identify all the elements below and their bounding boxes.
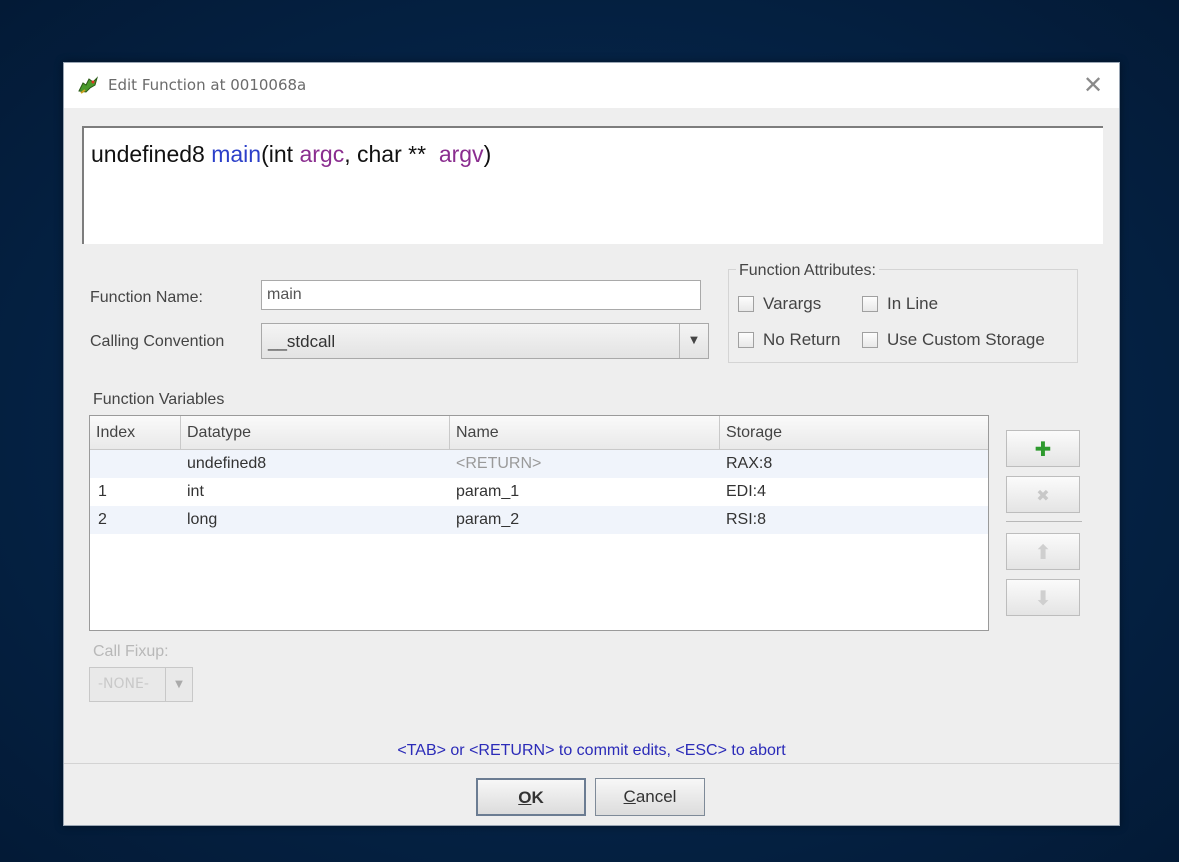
move-down-button[interactable]: ⬇ — [1006, 579, 1080, 616]
plus-icon: ✚ — [1034, 437, 1052, 461]
cancel-mnemonic: C — [623, 787, 636, 806]
dragon-icon — [76, 73, 100, 97]
cell-storage[interactable]: RAX:8 — [720, 450, 772, 478]
sig-function-name: main — [211, 141, 262, 167]
calling-convention-select[interactable]: __stdcall ▼ — [261, 323, 709, 359]
title-bar: Edit Function at 0010068a ✕ — [64, 63, 1119, 108]
column-header-name[interactable]: Name — [450, 416, 720, 449]
calling-convention-value: __stdcall — [268, 332, 336, 351]
cell-datatype[interactable]: int — [181, 478, 204, 506]
cell-datatype[interactable]: long — [181, 506, 217, 534]
cell-name[interactable]: <RETURN> — [450, 450, 541, 478]
function-variables-title: Function Variables — [93, 391, 225, 408]
edit-function-dialog: Edit Function at 0010068a ✕ undefined8 m… — [63, 62, 1120, 826]
close-icon[interactable]: ✕ — [1079, 71, 1107, 99]
function-name-input[interactable] — [261, 280, 701, 310]
chevron-down-icon[interactable]: ▼ — [165, 668, 192, 701]
button-bar: OK Cancel — [64, 763, 1119, 826]
ok-button[interactable]: OK — [476, 778, 586, 816]
cell-index: 2 — [98, 511, 107, 528]
chevron-down-icon[interactable]: ▼ — [679, 324, 708, 358]
varargs-label: Varargs — [763, 294, 822, 313]
column-header-datatype[interactable]: Datatype — [181, 416, 450, 449]
cancel-button[interactable]: Cancel — [595, 778, 705, 816]
no-return-checkbox[interactable] — [738, 332, 754, 348]
cell-name[interactable]: param_1 — [450, 478, 519, 506]
signature-editor[interactable]: undefined8 main(int argc, char ** argv) — [82, 126, 1103, 244]
table-row[interactable]: 2 long param_2 RSI:8 — [90, 506, 988, 534]
window-title: Edit Function at 0010068a — [108, 76, 307, 94]
commit-hint: <TAB> or <RETURN> to commit edits, <ESC>… — [397, 742, 786, 759]
function-name-label: Function Name: — [90, 289, 203, 306]
sig-close-paren: ) — [483, 141, 492, 167]
arrow-up-icon: ⬆ — [1034, 540, 1052, 564]
remove-variable-button[interactable]: ✖ — [1006, 476, 1080, 513]
ok-label-rest: K — [531, 788, 544, 807]
no-return-label: No Return — [763, 330, 841, 349]
in-line-label: In Line — [887, 294, 939, 313]
cell-name[interactable]: param_2 — [450, 506, 519, 534]
varargs-checkbox[interactable] — [738, 296, 754, 312]
arrow-down-icon: ⬇ — [1034, 586, 1052, 610]
sig-param2-name: argv — [438, 141, 484, 167]
ok-mnemonic: O — [518, 788, 532, 807]
cell-index: 1 — [98, 483, 107, 500]
cancel-label-rest: ancel — [635, 787, 677, 806]
side-separator — [1006, 521, 1082, 522]
column-header-storage[interactable]: Storage — [720, 416, 988, 449]
sig-param1-type: int — [268, 141, 294, 167]
cell-storage[interactable]: RSI:8 — [720, 506, 766, 534]
sig-param2-type: char ** — [356, 141, 427, 167]
signature-text[interactable]: undefined8 main(int argc, char ** argv) — [91, 141, 491, 168]
sig-separator: , — [344, 141, 351, 167]
column-header-index[interactable]: Index — [90, 416, 181, 449]
use-custom-storage-checkbox[interactable] — [862, 332, 878, 348]
function-variables-table: Index Datatype Name Storage undefined8 <… — [89, 415, 989, 631]
sig-param1-name: argc — [299, 141, 345, 167]
cell-datatype[interactable]: undefined8 — [181, 450, 266, 478]
cell-storage[interactable]: EDI:4 — [720, 478, 766, 506]
sig-return-type: undefined8 — [91, 141, 205, 167]
sig-open-paren: ( — [261, 141, 269, 167]
call-fixup-label: Call Fixup: — [93, 643, 169, 660]
use-custom-storage-label: Use Custom Storage — [887, 330, 1045, 349]
remove-icon: ✖ — [1036, 486, 1050, 505]
cell-index — [92, 450, 98, 478]
table-row[interactable]: undefined8 <RETURN> RAX:8 — [90, 450, 988, 478]
call-fixup-value: -NONE- — [98, 676, 149, 692]
in-line-checkbox[interactable] — [862, 296, 878, 312]
calling-convention-label: Calling Convention — [90, 333, 225, 350]
function-attributes-title: Function Attributes: — [736, 262, 879, 280]
add-variable-button[interactable]: ✚ — [1006, 430, 1080, 467]
move-up-button[interactable]: ⬆ — [1006, 533, 1080, 570]
table-header: Index Datatype Name Storage — [90, 416, 988, 450]
call-fixup-select[interactable]: -NONE- ▼ — [89, 667, 193, 702]
table-row[interactable]: 1 int param_1 EDI:4 — [90, 478, 988, 506]
